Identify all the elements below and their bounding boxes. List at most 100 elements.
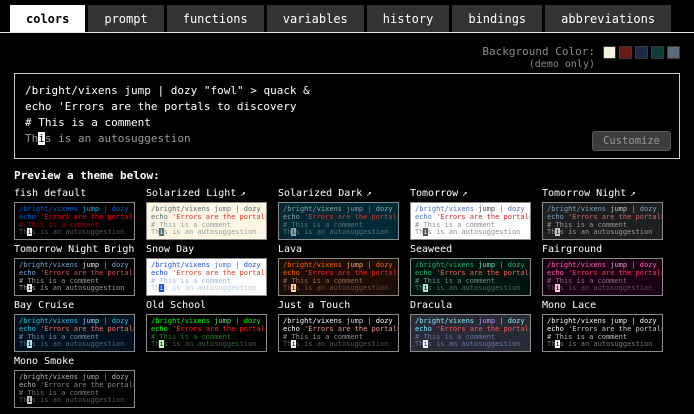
theme-tile[interactable]: /bright/vixens jump | dozy "fowl" > quac… <box>410 258 531 296</box>
sample-command: /bright/vixens <box>415 205 474 213</box>
theme-tile[interactable]: /bright/vixens jump | dozy "fowl" > quac… <box>14 370 135 408</box>
sample-command: echo <box>19 213 36 221</box>
theme-tile[interactable]: /bright/vixens jump | dozy "fowl" > quac… <box>146 202 267 240</box>
sample-param: jump <box>342 317 363 325</box>
tab-colors[interactable]: colors <box>10 5 85 32</box>
sample-quote: "fowl" <box>129 317 135 325</box>
sample-command: echo <box>151 269 168 277</box>
theme-cell: Snow Day/bright/vixens jump | dozy "fowl… <box>146 244 267 296</box>
sample-end[interactable]: | <box>151 84 171 97</box>
sample-comment: # This is a comment <box>19 333 99 341</box>
theme-name: Solarized Light <box>146 188 236 199</box>
cursor-block[interactable]: i <box>38 132 45 145</box>
theme-name: Mono Lace <box>542 300 596 311</box>
sample-comment: # This is a comment <box>19 277 99 285</box>
theme-title: Bay Cruise <box>14 300 135 313</box>
sample-command: /bright/vixens <box>151 317 210 325</box>
theme-title: fish default <box>14 188 135 201</box>
sample-command[interactable]: /bright/vixens <box>25 84 118 97</box>
background-swatch[interactable] <box>619 46 632 59</box>
tab-history[interactable]: history <box>367 5 450 32</box>
background-swatch[interactable] <box>651 46 664 59</box>
theme-tile[interactable]: /bright/vixens jump | dozy "fowl" > quac… <box>278 202 399 240</box>
sample-command: /bright/vixens <box>547 205 606 213</box>
external-link-icon[interactable]: ↗ <box>630 189 635 199</box>
theme-tile[interactable]: /bright/vixens jump | dozy "fowl" > quac… <box>278 314 399 352</box>
theme-tile[interactable]: /bright/vixens jump | dozy "fowl" > quac… <box>278 258 399 296</box>
tab-variables[interactable]: variables <box>267 5 364 32</box>
background-swatch[interactable] <box>667 46 680 59</box>
sample-param: jump <box>342 261 363 269</box>
sample-command: echo <box>283 269 300 277</box>
tab-abbreviations[interactable]: abbreviations <box>545 5 671 32</box>
demo-only-label: (demo only) <box>482 58 595 71</box>
sample-end[interactable]: & <box>297 84 310 97</box>
terminal-color-demo: /bright/vixens jump | dozy "fowl" > quac… <box>14 73 680 159</box>
theme-title: Old School <box>146 300 267 313</box>
sample-command: dozy <box>112 373 129 381</box>
sample-quote: "fowl" <box>525 317 531 325</box>
theme-title: Dracula <box>410 300 531 313</box>
theme-tile[interactable]: /bright/vixens jump | dozy "fowl" > quac… <box>410 314 531 352</box>
sample-autosuggestion[interactable]: Th <box>25 132 38 145</box>
theme-tile[interactable]: /bright/vixens jump | dozy "fowl" > quac… <box>14 258 135 296</box>
sample-autosuggestion: s is an autosuggestion <box>296 340 389 348</box>
theme-title: Solarized Dark↗ <box>278 188 399 201</box>
sample-autosuggestion: s is an autosuggestion <box>296 228 389 236</box>
sample-command: echo <box>547 213 564 221</box>
theme-cell: Just a Touch/bright/vixens jump | dozy "… <box>278 300 399 352</box>
sample-command[interactable]: dozy <box>171 84 198 97</box>
theme-tile[interactable]: /bright/vixens jump | dozy "fowl" > quac… <box>410 202 531 240</box>
theme-title: Lava <box>278 244 399 257</box>
theme-tile[interactable]: /bright/vixens jump | dozy "fowl" > quac… <box>542 258 663 296</box>
theme-tile[interactable]: /bright/vixens jump | dozy "fowl" > quac… <box>14 202 135 240</box>
background-swatch[interactable] <box>603 46 616 59</box>
sample-error[interactable]: 'Errors are the portals to discovery <box>52 100 297 113</box>
sample-end: | <box>495 261 508 269</box>
sample-comment[interactable]: # This is a comment <box>25 116 151 129</box>
sample-param[interactable]: jump <box>118 84 151 97</box>
sample-autosuggestion[interactable]: s is an autosuggestion <box>45 132 191 145</box>
theme-title: Fairground <box>542 244 663 257</box>
sample-end: | <box>495 205 508 213</box>
tab-prompt[interactable]: prompt <box>88 5 163 32</box>
sample-param: jump <box>210 261 231 269</box>
theme-cell: Solarized Light ↗ /bright/vixens jump | do… <box>146 188 267 240</box>
theme-tile[interactable]: /bright/vixens jump | dozy "fowl" > quac… <box>542 314 663 352</box>
sample-command: echo <box>151 213 168 221</box>
theme-name: Just a Touch <box>278 300 350 311</box>
sample-param: jump <box>78 373 99 381</box>
theme-cell: Solarized Dark↗/bright/vixens jump | doz… <box>278 188 399 240</box>
external-link-icon[interactable]: ↗ <box>462 189 467 199</box>
sample-command: /bright/vixens <box>19 373 78 381</box>
tab-bindings[interactable]: bindings <box>452 5 542 32</box>
sample-autosuggestion: s is an autosuggestion <box>164 228 257 236</box>
sample-command[interactable]: echo <box>25 100 52 113</box>
theme-name: Seaweed <box>410 244 452 255</box>
sample-error: 'Errors are the portals to discovery <box>432 325 531 333</box>
sample-command: /bright/vixens <box>547 261 606 269</box>
sample-comment: # This is a comment <box>283 333 363 341</box>
sample-comment: # This is a comment <box>19 221 99 229</box>
sample-redirection[interactable]: > quack <box>244 84 297 97</box>
terminal-line: This is an autosuggestion <box>19 397 130 405</box>
sample-autosuggestion: s is an autosuggestion <box>32 284 125 292</box>
theme-tile[interactable]: /bright/vixens jump | dozy "fowl" > quac… <box>542 202 663 240</box>
sample-end: | <box>627 205 640 213</box>
external-link-icon[interactable]: ↗ <box>240 189 245 199</box>
tab-bar: colors prompt functions variables histor… <box>0 0 694 33</box>
sample-command: /bright/vixens <box>415 261 474 269</box>
sample-command: /bright/vixens <box>283 261 342 269</box>
background-swatch[interactable] <box>635 46 648 59</box>
theme-cell: Tomorrow Night Bright↗/bright/vixens jum… <box>14 244 135 296</box>
theme-tile[interactable]: /bright/vixens jump | dozy "fowl" > quac… <box>146 314 267 352</box>
theme-tile[interactable]: /bright/vixens jump | dozy "fowl" > quac… <box>146 258 267 296</box>
external-link-icon[interactable]: ↗ <box>366 189 371 199</box>
sample-quote: "fowl" <box>129 261 135 269</box>
tab-functions[interactable]: functions <box>167 5 264 32</box>
theme-tile[interactable]: /bright/vixens jump | dozy "fowl" > quac… <box>14 314 135 352</box>
customize-button[interactable]: Customize <box>592 131 671 151</box>
sample-comment: # This is a comment <box>415 221 495 229</box>
sample-command: dozy <box>112 317 129 325</box>
sample-quote[interactable]: "fowl" <box>197 84 243 97</box>
